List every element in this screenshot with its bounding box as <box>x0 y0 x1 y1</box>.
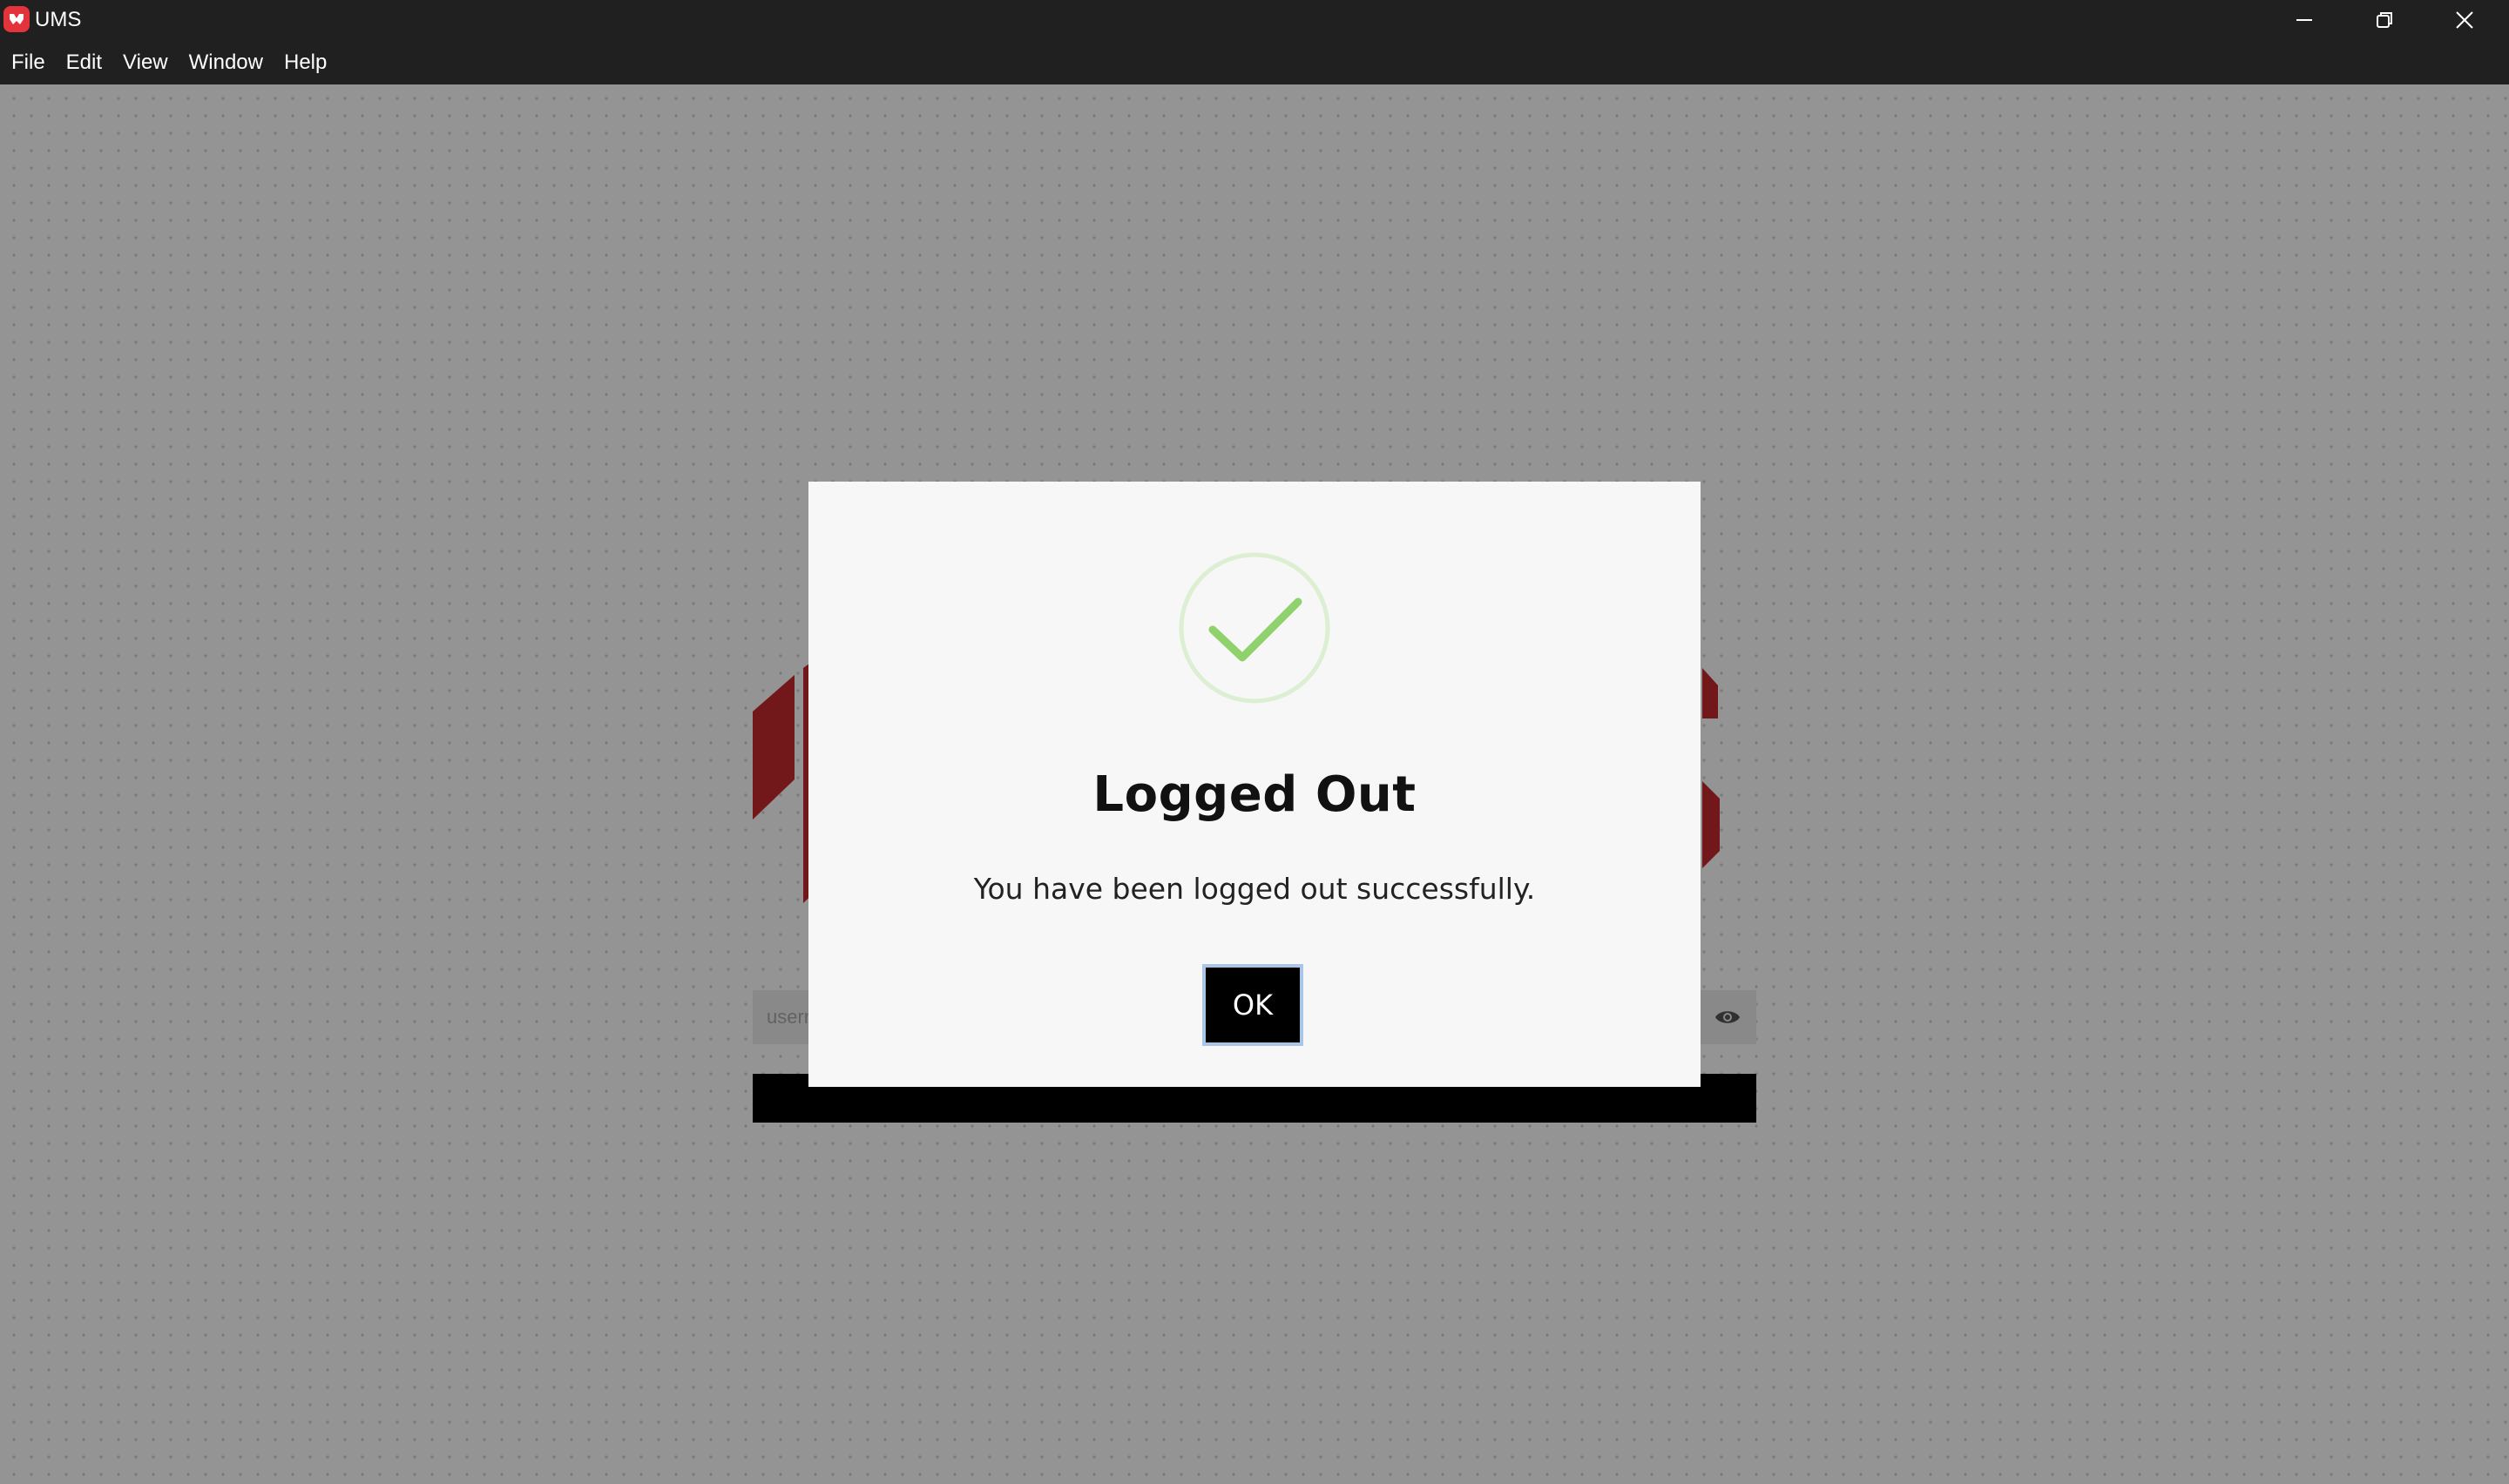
restore-icon <box>2377 12 2392 28</box>
logout-success-dialog: Logged Out You have been logged out succ… <box>808 482 1701 1087</box>
menu-bar: File Edit View Window Help <box>0 40 2509 84</box>
menu-file[interactable]: File <box>3 45 53 80</box>
menu-edit[interactable]: Edit <box>58 45 110 80</box>
close-button[interactable] <box>2425 0 2504 40</box>
ok-button[interactable]: OK <box>1202 964 1303 1046</box>
menu-view[interactable]: View <box>115 45 176 80</box>
dialog-title: Logged Out <box>1092 766 1417 823</box>
dialog-message: You have been logged out successfully. <box>973 872 1536 906</box>
app-logo-icon <box>3 6 30 32</box>
minimize-button[interactable] <box>2265 0 2343 40</box>
close-icon <box>2456 11 2473 29</box>
window-title: UMS <box>35 8 82 31</box>
minimize-icon <box>2296 19 2312 21</box>
title-bar: UMS <box>0 0 2509 40</box>
restore-button[interactable] <box>2345 0 2424 40</box>
menu-help[interactable]: Help <box>276 45 335 80</box>
menu-window[interactable]: Window <box>181 45 271 80</box>
check-circle-icon <box>1178 551 1331 705</box>
